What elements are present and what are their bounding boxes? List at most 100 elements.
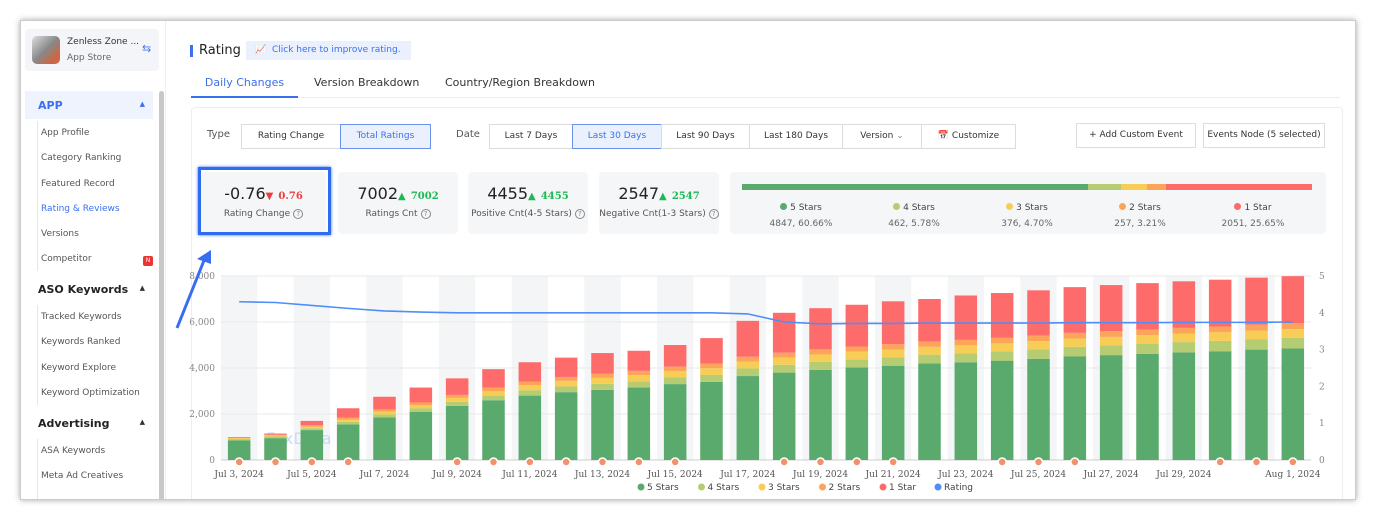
title-marker [190, 45, 193, 57]
type-rating-change-button[interactable]: Rating Change [241, 124, 341, 149]
sidebar-section-app[interactable]: APP ▲ [25, 91, 153, 119]
sidebar-item-app-profile[interactable]: App Profile [41, 128, 89, 138]
date-last-30-button[interactable]: Last 30 Days [572, 124, 662, 149]
y-left-tick: 2,000 [189, 410, 215, 420]
tab-version-breakdown[interactable]: Version Breakdown [314, 76, 419, 89]
bar-2-stars [954, 339, 978, 346]
event-marker [997, 457, 1007, 467]
bar-4-stars [1245, 339, 1268, 350]
bar-3-stars [445, 397, 469, 402]
add-custom-event-button[interactable]: + Add Custom Event [1076, 123, 1196, 148]
help-icon[interactable]: ? [574, 209, 585, 219]
swap-icon[interactable]: ⇆ [142, 42, 151, 55]
bar-1-star [373, 396, 396, 410]
bar-2-stars [845, 346, 869, 352]
distribution-segment [1147, 184, 1166, 190]
sidebar-item-meta-ad-creatives[interactable]: Meta Ad Creatives [41, 471, 123, 481]
bar-5-stars [1245, 349, 1268, 460]
bar-2-stars [445, 394, 469, 398]
bar-3-stars [881, 349, 905, 358]
bar-4-stars [554, 386, 578, 393]
bar-5-stars [409, 411, 433, 460]
x-tick: Jul 9, 2024 [431, 470, 482, 480]
bar-4-stars [1172, 342, 1196, 353]
bar-4-stars [1027, 349, 1050, 359]
bar-2-stars [1063, 332, 1087, 339]
bar-2-stars [482, 387, 505, 391]
bar-2-stars [881, 344, 905, 350]
help-icon[interactable]: ? [420, 209, 431, 219]
date-last-90-button[interactable]: Last 90 Days [661, 124, 750, 149]
legend-dot-icon [758, 483, 766, 491]
bar-5-stars [627, 387, 651, 460]
bar-3-stars [518, 385, 542, 391]
bar-2-stars [990, 337, 1014, 344]
chart-legend-item[interactable]: 3 Stars [768, 483, 800, 493]
bar-1-star [482, 369, 505, 388]
bar-3-stars [482, 391, 505, 396]
event-marker [525, 457, 535, 467]
chart-legend-item[interactable]: 4 Stars [708, 483, 740, 493]
bar-1-star [1281, 276, 1305, 324]
bar-2-stars [918, 341, 941, 347]
events-node-dropdown[interactable]: Events Node (5 selected) [1203, 123, 1325, 148]
event-marker [597, 457, 608, 467]
stat-label: Positive Cnt(4-5 Stars) [471, 209, 572, 219]
sidebar-item-versions[interactable]: Versions [41, 229, 79, 239]
sidebar-item-tracked-keywords[interactable]: Tracked Keywords [41, 312, 121, 322]
bar-1-star [1027, 290, 1050, 336]
chart-legend-item[interactable]: 2 Stars [829, 483, 861, 493]
tab-daily-changes[interactable]: Daily Changes [191, 76, 298, 89]
date-last-180-button[interactable]: Last 180 Days [749, 124, 843, 149]
bar-2-stars [264, 434, 287, 436]
y-right-tick: 0 [1319, 456, 1325, 466]
sidebar-item-keyword-explore[interactable]: Keyword Explore [41, 363, 116, 373]
bar-5-stars [482, 400, 505, 460]
bar-2-stars [518, 381, 542, 386]
chart-legend-item[interactable]: 5 Stars [647, 483, 679, 493]
sidebar-item-asa-keywords[interactable]: ASA Keywords [41, 446, 105, 456]
bar-3-stars [1099, 336, 1123, 346]
bar-4-stars [591, 383, 614, 390]
improve-rating-link[interactable]: 📈 Click here to improve rating. [246, 41, 411, 60]
chart-legend-item[interactable]: 1 Star [889, 483, 916, 493]
ratings-chart: 02,0004,0006,0008,000012345FoxDataJul 3,… [189, 272, 1325, 493]
main-content: Rating 📈 Click here to improve rating. Da… [171, 21, 1355, 499]
chart-legend-item[interactable]: Rating [944, 483, 973, 493]
bar-3-stars [1027, 341, 1050, 350]
sidebar-item-rating-reviews[interactable]: Rating & Reviews [41, 204, 120, 214]
sidebar-section-advertising[interactable]: Advertising ▲ [25, 409, 153, 437]
sidebar-item-competitor[interactable]: Competitor [41, 254, 92, 264]
app-icon [32, 36, 60, 64]
app-selector[interactable]: Zenless Zone ... App Store ⇆ [25, 29, 159, 71]
type-total-ratings-button[interactable]: Total Ratings [340, 124, 431, 149]
tab-country-region-breakdown[interactable]: Country/Region Breakdown [445, 76, 595, 89]
legend-label: 2 Stars [1129, 203, 1161, 213]
bar-3-stars [409, 405, 433, 409]
event-marker [1251, 457, 1262, 467]
version-dropdown[interactable]: Version ⌄ [842, 124, 922, 149]
sidebar-item-keywords-ranked[interactable]: Keywords Ranked [41, 337, 120, 347]
bar-5-stars [227, 440, 251, 460]
bar-2-stars [409, 402, 433, 406]
sidebar: Zenless Zone ... App Store ⇆ APP ▲ App Pr… [21, 21, 166, 499]
x-tick: Aug 1, 2024 [1264, 470, 1321, 480]
sidebar-item-category-ranking[interactable]: Category Ranking [41, 153, 121, 163]
customize-button[interactable]: 📅 Customize [921, 124, 1016, 149]
bar-1-star [1245, 277, 1268, 325]
sidebar-section-aso-keywords[interactable]: ASO Keywords ▲ [25, 275, 153, 303]
date-last-7-button[interactable]: Last 7 Days [489, 124, 573, 149]
section-label: APP [38, 99, 63, 112]
bar-4-stars [918, 354, 941, 364]
help-icon[interactable]: ? [708, 209, 719, 219]
bar-3-stars [336, 419, 360, 422]
bar-3-stars [918, 346, 941, 355]
bar-3-stars [591, 377, 614, 384]
bar-2-stars [1099, 331, 1123, 337]
sidebar-item-featured-record[interactable]: Featured Record [41, 179, 115, 189]
sidebar-scrollbar[interactable] [159, 91, 164, 499]
section-label: Advertising [38, 417, 110, 430]
bar-4-stars [1136, 343, 1159, 354]
sidebar-item-keyword-optimization[interactable]: Keyword Optimization [41, 388, 140, 398]
x-tick: Jul 29, 2024 [1155, 470, 1211, 480]
